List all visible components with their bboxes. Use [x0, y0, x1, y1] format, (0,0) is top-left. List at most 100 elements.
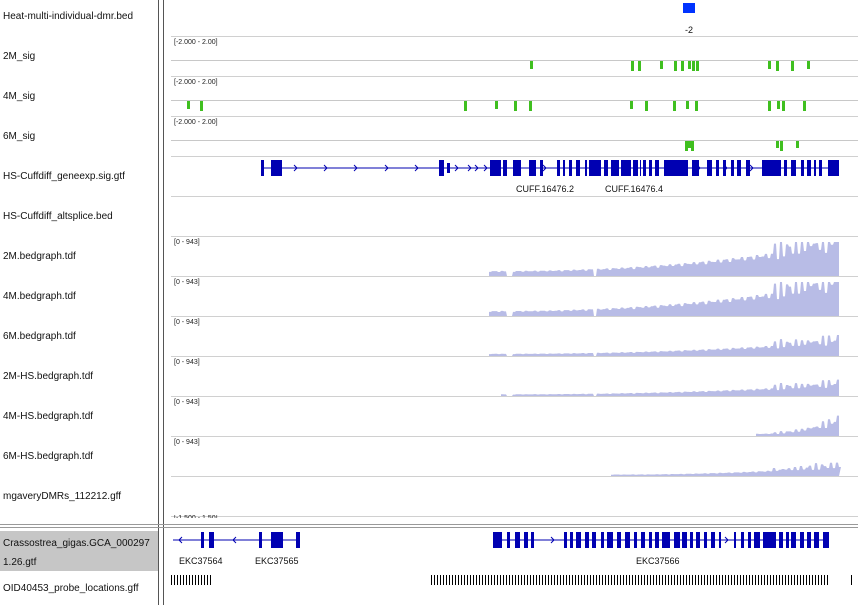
- probe-tick: [518, 575, 519, 585]
- coverage-6m: [489, 334, 839, 356]
- track-name-6m-sig[interactable]: 6M_sig: [0, 117, 158, 157]
- probe-tick: [524, 575, 525, 585]
- signal-bar: [782, 101, 785, 111]
- gene-ekc37566-exon: [625, 532, 630, 548]
- track-name-2m-bedgraph[interactable]: 2M.bedgraph.tdf: [0, 237, 158, 277]
- probe-tick: [773, 575, 774, 585]
- cuff-gene-exon: [655, 160, 659, 176]
- gene-ekc37566-exon: [507, 532, 510, 548]
- signal-bar: [464, 101, 467, 111]
- track-name-6m-hs-bedgraph[interactable]: 6M-HS.bedgraph.tdf: [0, 437, 158, 477]
- gene-ekc37566-exon: [800, 532, 804, 548]
- gene-ekc37566-exon: [690, 532, 693, 548]
- track-name-6m-bedgraph[interactable]: 6M.bedgraph.tdf: [0, 317, 158, 357]
- track-name-reference-genes[interactable]: Crassostrea_gigas.GCA_000297 1.26.gtf: [0, 531, 158, 571]
- track-name-cuffdiff-altsplice[interactable]: HS-Cuffdiff_altsplice.bed: [0, 197, 158, 237]
- cuff-gene-exon: [490, 160, 501, 176]
- probe-tick: [647, 575, 648, 585]
- gene-ekc37566-exon: [748, 532, 751, 548]
- track-name-2m-sig[interactable]: 2M_sig: [0, 37, 158, 77]
- gene-ekc37566-exon: [741, 532, 744, 548]
- cuff-gene-exon: [737, 160, 741, 176]
- signal-bar: [696, 61, 699, 71]
- probe-tick: [797, 575, 798, 585]
- panel-boundary[interactable]: [0, 524, 858, 525]
- gene-ekc37566-exon: [585, 532, 589, 548]
- signal-bar: [630, 101, 633, 109]
- gene-ekc37566-exon: [493, 532, 502, 548]
- gene-ekc37566-exon: [779, 532, 783, 548]
- signal-bar: [645, 101, 648, 111]
- track-name-2m-hs-bedgraph[interactable]: 2M-HS.bedgraph.tdf: [0, 357, 158, 397]
- gene-ekc37566-exon: [823, 532, 829, 548]
- signal-bar: [692, 61, 695, 71]
- signal-bar: [530, 61, 533, 69]
- probe-tick: [791, 575, 792, 585]
- gene-ekc37564-65-exon: [271, 532, 283, 548]
- probe-tick: [593, 575, 594, 585]
- gene-ekc37566-exon: [564, 532, 567, 548]
- probe-tick: [611, 575, 612, 585]
- probe-tick: [677, 575, 678, 585]
- probe-tick: [824, 575, 825, 585]
- gene-ekc37566-exon: [807, 532, 811, 548]
- gene-ekc37566-exon: [763, 532, 776, 548]
- probe-tick: [563, 575, 564, 585]
- probe-tick: [204, 575, 205, 585]
- probe-tick: [734, 575, 735, 585]
- probe-tick: [710, 575, 711, 585]
- probe-tick: [201, 575, 202, 585]
- track-name-4m-hs-bedgraph[interactable]: 4M-HS.bedgraph.tdf: [0, 397, 158, 437]
- panel-divider-left[interactable]: [158, 0, 159, 605]
- signal-bar: [776, 61, 779, 71]
- track-name-probe-locations[interactable]: OID40453_probe_locations.gff: [0, 582, 158, 596]
- probe-tick: [764, 575, 765, 585]
- probe-tick: [740, 575, 741, 585]
- track-name-cuffdiff-geneexp[interactable]: HS-Cuffdiff_geneexp.sig.gtf: [0, 157, 158, 197]
- probe-tick: [539, 575, 540, 585]
- cuff-gene-exon: [807, 160, 811, 176]
- probe-tick: [803, 575, 804, 585]
- panel-boundary[interactable]: [0, 527, 858, 528]
- signal-bar: [777, 101, 780, 109]
- probe-tick: [437, 575, 438, 585]
- probe-tick: [761, 575, 762, 585]
- gene-ekc37566-exon: [734, 532, 736, 548]
- probe-tick: [578, 575, 579, 585]
- gene-ekc37566-exon: [814, 532, 819, 548]
- cuff-gene-exon: [828, 160, 839, 176]
- probe-tick: [749, 575, 750, 585]
- gene-ekc37566-exon: [682, 532, 687, 548]
- probe-tick: [581, 575, 582, 585]
- signal-bar: [660, 61, 663, 69]
- track-name-4m-sig[interactable]: 4M_sig: [0, 77, 158, 117]
- cuff-gene-exon: [762, 160, 781, 176]
- signal-bar: [673, 101, 676, 111]
- tracks-canvas[interactable]: [171, 0, 858, 605]
- signal-bar: [674, 61, 677, 71]
- gene-ekc37566-exon: [570, 532, 573, 548]
- data-panel: [-2.000 - 2.00] [-2.000 - 2.00] [-2.000 …: [171, 0, 858, 605]
- probe-tick: [752, 575, 753, 585]
- probe-tick: [584, 575, 585, 585]
- cuff-gene-exon: [621, 160, 631, 176]
- probe-tick: [488, 575, 489, 585]
- coverage-6m-hs: [611, 462, 841, 476]
- signal-bar: [688, 141, 691, 148]
- probe-tick: [485, 575, 486, 585]
- probe-tick: [692, 575, 693, 585]
- cuff-gene-exon: [692, 160, 699, 176]
- probe-tick: [527, 575, 528, 585]
- panel-divider-right[interactable]: [163, 0, 164, 605]
- track-name-mgavery-dmrs[interactable]: mgaveryDMRs_112212.gff: [0, 477, 158, 517]
- probe-tick: [183, 575, 184, 585]
- probe-tick: [536, 575, 537, 585]
- probe-tick: [455, 575, 456, 585]
- track-name-4m-bedgraph[interactable]: 4M.bedgraph.tdf: [0, 277, 158, 317]
- cuff-gene-exon: [640, 160, 641, 176]
- probe-tick: [632, 575, 633, 585]
- signal-bar: [796, 141, 799, 148]
- track-name-heat-dmr[interactable]: Heat-multi-individual-dmr.bed: [0, 0, 158, 37]
- probe-tick: [575, 575, 576, 585]
- dmr-feature: [683, 3, 695, 13]
